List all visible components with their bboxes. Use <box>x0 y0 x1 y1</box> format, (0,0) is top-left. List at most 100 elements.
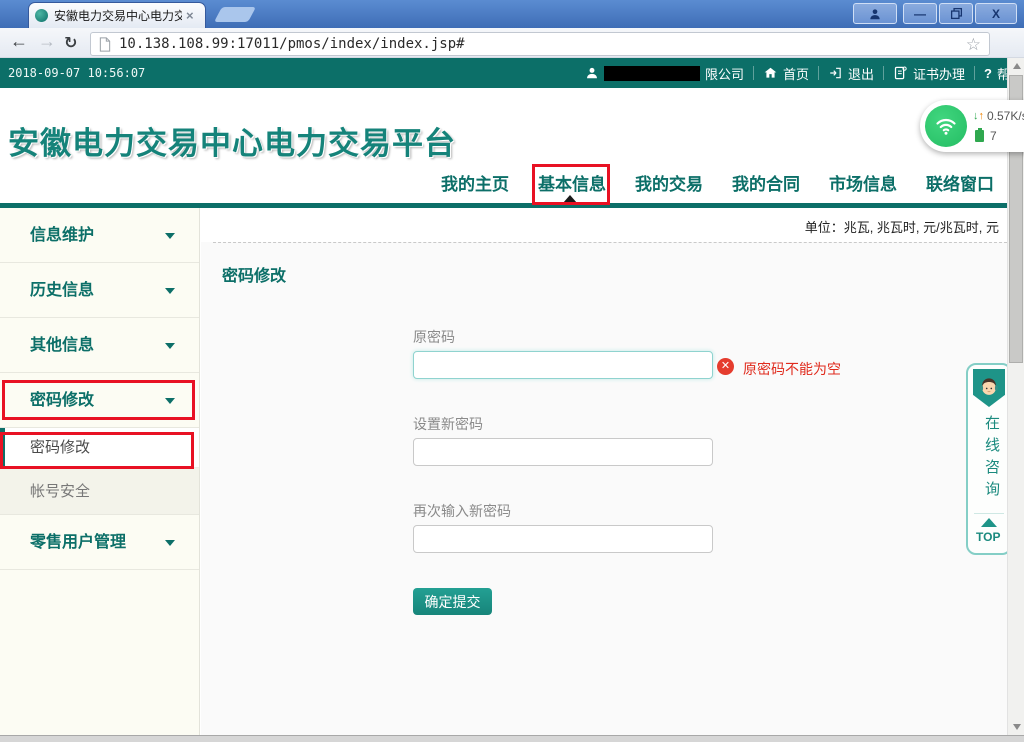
nav-tab-my-trades[interactable]: 我的交易 <box>635 170 703 195</box>
company-suffix: 限公司 <box>705 64 744 83</box>
help-label: 帮助 <box>997 64 1007 83</box>
screen: 安徽电力交易中心电力交易 × — X ← → ↻ 10.138.108.99:1 <box>0 0 1024 742</box>
reload-button[interactable]: ↻ <box>64 33 77 53</box>
online-consult-label[interactable]: 在线咨询 <box>981 415 1002 503</box>
sidebar-group-label: 历史信息 <box>30 282 94 299</box>
url-text[interactable]: 10.138.108.99:17011/pmos/index/index.jsp… <box>119 36 966 52</box>
address-bar[interactable]: 10.138.108.99:17011/pmos/index/index.jsp… <box>90 32 990 56</box>
divider <box>974 513 1004 514</box>
logout-link[interactable]: 退出 <box>828 64 874 83</box>
question-icon: ? <box>984 66 992 81</box>
divider <box>883 66 884 80</box>
submit-button[interactable]: 确定提交 <box>413 588 492 615</box>
net-count-row: 7 <box>975 129 997 143</box>
home-icon <box>763 66 778 80</box>
nav-tab-market-info[interactable]: 市场信息 <box>829 170 897 195</box>
sidebar: 信息维护 历史信息 其他信息 密码修改 密码修改 帐号安全 零售用户管理 <box>0 208 200 735</box>
site-favicon-icon <box>35 9 48 22</box>
new-tab-button[interactable] <box>214 7 256 22</box>
online-help-widget[interactable]: 在线咨询 TOP <box>966 363 1012 555</box>
divider <box>818 66 819 80</box>
browser-tab[interactable]: 安徽电力交易中心电力交易 × <box>28 2 206 28</box>
old-password-input[interactable] <box>413 351 713 379</box>
units-strip: 单位：兆瓦, 兆瓦时, 元/兆瓦时, 元 <box>201 208 1007 242</box>
home-link[interactable]: 首页 <box>763 64 809 83</box>
back-to-top-label[interactable]: TOP <box>976 530 1000 544</box>
page-title: 密码修改 <box>222 262 286 286</box>
scroll-up-arrow[interactable] <box>1008 58 1024 74</box>
sidebar-group-label: 其他信息 <box>30 337 94 354</box>
chevron-down-icon <box>165 343 175 349</box>
timestamp: 2018-09-07 10:56:07 <box>8 66 145 80</box>
annotation-box-sidebar-group <box>2 380 195 420</box>
site-header: 安徽电力交易中心电力交易平台 我的主页 基本信息 我的交易 我的合同 市场信息 … <box>0 88 1024 203</box>
sidebar-item-account-security[interactable]: 帐号安全 <box>0 468 199 515</box>
units-note: 单位：兆瓦, 兆瓦时, 元/兆瓦时, 元 <box>805 217 999 236</box>
certificate-label: 证书办理 <box>913 64 965 83</box>
home-label: 首页 <box>783 64 809 83</box>
sidebar-group-label: 零售用户管理 <box>30 534 126 551</box>
upload-arrow-icon: ↑ <box>979 110 985 122</box>
tab-title: 安徽电力交易中心电力交易 <box>54 7 182 24</box>
chevron-down-icon <box>165 540 175 546</box>
new-password-input[interactable] <box>413 438 713 466</box>
nav-tab-home[interactable]: 我的主页 <box>441 170 509 195</box>
confirm-password-label: 再次输入新密码 <box>413 501 511 521</box>
dashed-divider <box>213 242 1007 243</box>
net-speed-value: 0.57K/s <box>987 109 1024 123</box>
error-icon: ✕ <box>717 358 734 375</box>
restore-icon <box>950 7 963 20</box>
tab-close-icon[interactable]: × <box>186 9 194 22</box>
page-icon <box>99 37 111 52</box>
sidebar-group-other-info[interactable]: 其他信息 <box>0 318 199 373</box>
annotation-box-sidebar-item <box>0 432 194 469</box>
close-button[interactable]: X <box>975 3 1017 24</box>
site-logo: 安徽电力交易中心电力交易平台 <box>8 118 456 163</box>
browser-titlebar: 安徽电力交易中心电力交易 × — X <box>0 0 1024 28</box>
main-nav: 我的主页 基本信息 我的交易 我的合同 市场信息 联络窗口 <box>441 170 994 195</box>
redacted-company-name <box>604 66 700 81</box>
sidebar-group-history-info[interactable]: 历史信息 <box>0 263 199 318</box>
logout-icon <box>828 66 843 80</box>
minimize-button[interactable]: — <box>903 3 937 24</box>
divider <box>753 66 754 80</box>
certificate-icon <box>893 65 908 81</box>
forward-button[interactable]: → <box>38 31 56 52</box>
window-bottom-frame <box>0 735 1024 742</box>
user-info: 限公司 <box>585 64 744 83</box>
sidebar-group-label: 信息维护 <box>30 227 94 244</box>
wifi-icon <box>925 105 967 147</box>
person-icon <box>585 66 599 80</box>
net-count-value: 7 <box>990 129 997 143</box>
maximize-button[interactable] <box>939 3 973 24</box>
help-link[interactable]: ? 帮助 <box>984 64 1007 83</box>
net-speed-widget[interactable]: ↓ ↑ 0.57K/s 7 <box>920 100 1024 152</box>
bookmark-star-icon[interactable]: ☆ <box>966 36 981 53</box>
scroll-down-arrow[interactable] <box>1008 719 1024 735</box>
sidebar-group-retail-user-mgmt[interactable]: 零售用户管理 <box>0 515 199 570</box>
battery-icon <box>975 130 984 142</box>
divider <box>974 66 975 80</box>
site-topbar: 2018-09-07 10:56:07 限公司 首页 <box>0 58 1007 88</box>
confirm-password-input[interactable] <box>413 525 713 553</box>
nav-tab-my-contracts[interactable]: 我的合同 <box>732 170 800 195</box>
chevron-down-icon <box>165 288 175 294</box>
nav-tab-contact[interactable]: 联络窗口 <box>926 170 994 195</box>
annotation-box-nav <box>532 164 610 205</box>
customer-service-avatar <box>973 369 1005 407</box>
topbar-links: 限公司 首页 退出 <box>585 58 1007 88</box>
old-password-label: 原密码 <box>413 327 455 347</box>
scrollbar[interactable] <box>1007 58 1024 735</box>
error-message: 原密码不能为空 <box>743 359 841 379</box>
certificate-link[interactable]: 证书办理 <box>893 64 965 83</box>
chevron-down-icon <box>165 233 175 239</box>
user-icon <box>868 7 882 21</box>
new-password-label: 设置新密码 <box>413 414 483 434</box>
net-speed-row: ↓ ↑ 0.57K/s <box>973 109 1024 123</box>
back-to-top-arrow-icon[interactable] <box>981 518 997 527</box>
back-button[interactable]: ← <box>10 31 28 52</box>
sidebar-group-info-maintenance[interactable]: 信息维护 <box>0 208 199 263</box>
logout-label: 退出 <box>848 64 874 83</box>
main-content: 单位：兆瓦, 兆瓦时, 元/兆瓦时, 元 密码修改 原密码 ✕ 原密码不能为空 … <box>201 208 1007 735</box>
profile-button[interactable] <box>853 3 897 24</box>
